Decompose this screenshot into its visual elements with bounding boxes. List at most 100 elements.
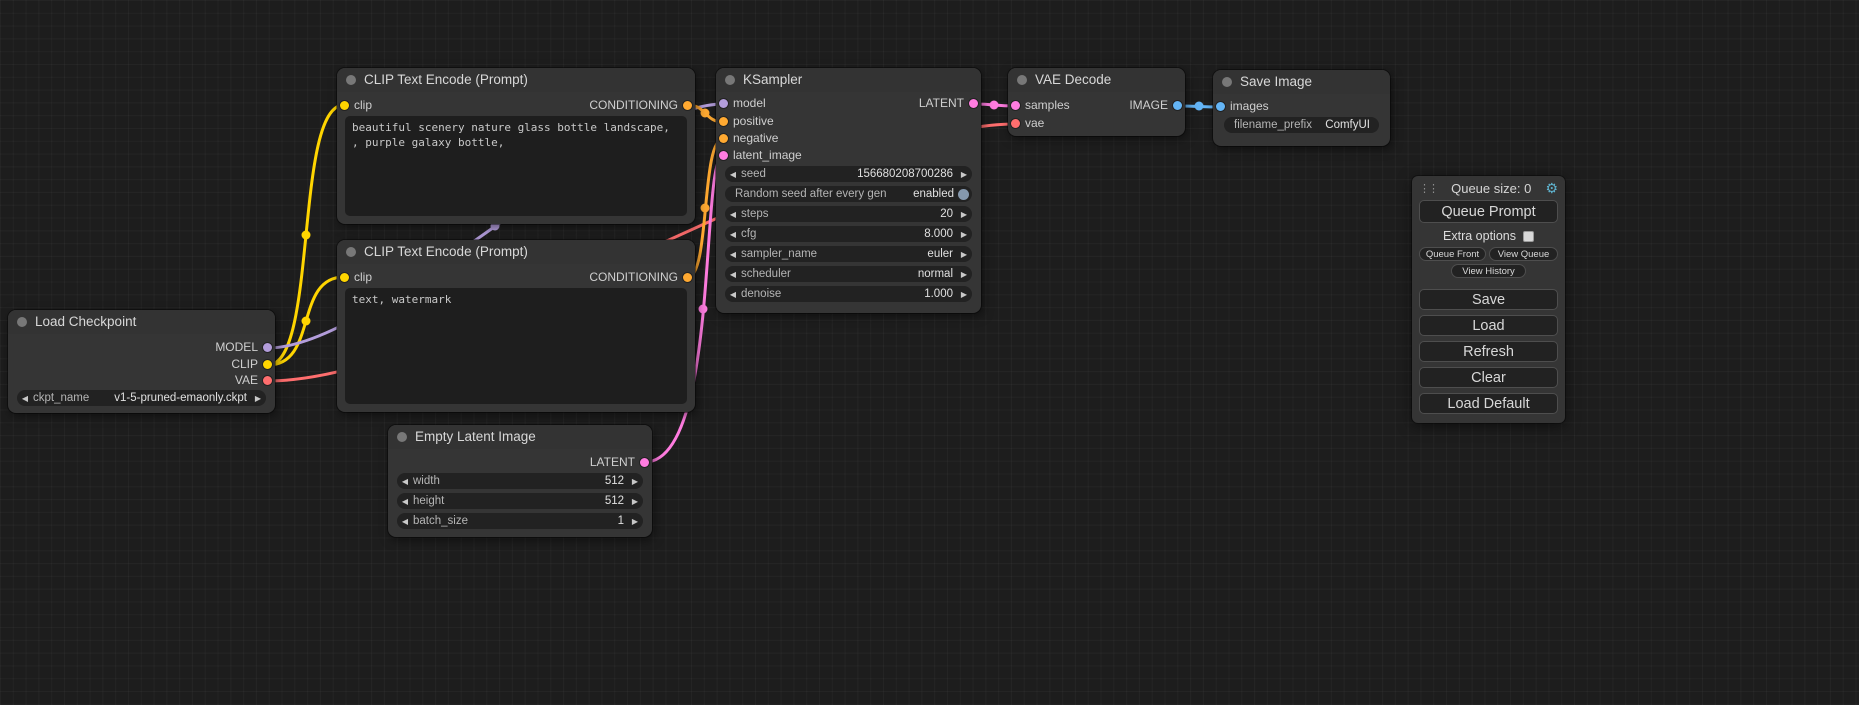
negative-prompt-textarea[interactable]: text, watermark	[345, 288, 687, 404]
input-port-positive[interactable]	[719, 117, 728, 126]
node-ksampler[interactable]: KSampler model positive negative latent_…	[716, 68, 981, 313]
queue-panel[interactable]: ⋮⋮ Queue size: 0 ⚙ Queue Prompt Extra op…	[1412, 176, 1565, 423]
node-header[interactable]: KSampler	[716, 68, 981, 92]
decrement-arrow-icon[interactable]: ◀	[725, 270, 741, 279]
decrement-arrow-icon[interactable]: ◀	[725, 290, 741, 299]
decrement-arrow-icon[interactable]: ◀	[397, 497, 413, 506]
node-clip-text-encode-negative[interactable]: CLIP Text Encode (Prompt) clip CONDITION…	[337, 240, 695, 412]
input-slot-vae[interactable]: vae	[1008, 116, 1044, 131]
output-slot-latent[interactable]: LATENT	[919, 96, 981, 111]
toggle-knob[interactable]	[958, 189, 969, 200]
collapse-dot-icon[interactable]	[1222, 77, 1232, 87]
decrement-arrow-icon[interactable]: ◀	[725, 210, 741, 219]
decrement-arrow-icon[interactable]: ◀	[725, 250, 741, 259]
node-save-image[interactable]: Save Image images filename_prefix ComfyU…	[1213, 70, 1390, 146]
input-slot-images[interactable]: images	[1213, 99, 1269, 114]
collapse-dot-icon[interactable]	[397, 432, 407, 442]
output-port-clip[interactable]	[263, 360, 272, 369]
decrement-arrow-icon[interactable]: ◀	[725, 170, 741, 179]
widget-scheduler[interactable]: ◀ scheduler normal ▶	[725, 266, 972, 282]
increment-arrow-icon[interactable]: ▶	[956, 210, 972, 219]
input-slot-model[interactable]: model	[716, 96, 766, 111]
input-slot-positive[interactable]: positive	[716, 114, 774, 129]
output-port-conditioning[interactable]	[683, 273, 692, 282]
input-slot-negative[interactable]: negative	[716, 131, 778, 146]
widget-filename-prefix[interactable]: filename_prefix ComfyUI	[1224, 117, 1379, 133]
output-slot-model[interactable]: MODEL	[215, 340, 275, 355]
positive-prompt-textarea[interactable]: beautiful scenery nature glass bottle la…	[345, 116, 687, 216]
load-default-button[interactable]: Load Default	[1419, 393, 1558, 414]
node-header[interactable]: CLIP Text Encode (Prompt)	[337, 68, 695, 92]
decrement-arrow-icon[interactable]: ◀	[17, 394, 33, 403]
collapse-dot-icon[interactable]	[346, 75, 356, 85]
node-header[interactable]: CLIP Text Encode (Prompt)	[337, 240, 695, 264]
node-graph-canvas[interactable]: Load Checkpoint MODEL CLIP VAE ◀ ckpt_na…	[0, 0, 1859, 705]
load-button[interactable]: Load	[1419, 315, 1558, 336]
widget-random-seed-toggle[interactable]: Random seed after every gen enabled	[725, 186, 972, 202]
input-port-images[interactable]	[1216, 102, 1225, 111]
view-queue-button[interactable]: View Queue	[1489, 247, 1558, 261]
output-port-latent[interactable]	[640, 458, 649, 467]
output-slot-conditioning[interactable]: CONDITIONING	[589, 98, 695, 113]
input-port-clip[interactable]	[340, 273, 349, 282]
collapse-dot-icon[interactable]	[725, 75, 735, 85]
input-slot-clip[interactable]: clip	[337, 270, 372, 285]
output-port-image[interactable]	[1173, 101, 1182, 110]
collapse-dot-icon[interactable]	[346, 247, 356, 257]
increment-arrow-icon[interactable]: ▶	[627, 477, 643, 486]
queue-prompt-button[interactable]: Queue Prompt	[1419, 200, 1558, 223]
collapse-dot-icon[interactable]	[17, 317, 27, 327]
node-header[interactable]: Save Image	[1213, 70, 1390, 94]
increment-arrow-icon[interactable]: ▶	[627, 497, 643, 506]
clear-button[interactable]: Clear	[1419, 367, 1558, 388]
widget-batch-size[interactable]: ◀ batch_size 1 ▶	[397, 513, 643, 529]
node-vae-decode[interactable]: VAE Decode samples vae IMAGE	[1008, 68, 1185, 136]
increment-arrow-icon[interactable]: ▶	[627, 517, 643, 526]
output-slot-conditioning[interactable]: CONDITIONING	[589, 270, 695, 285]
widget-height[interactable]: ◀ height 512 ▶	[397, 493, 643, 509]
input-port-negative[interactable]	[719, 134, 728, 143]
input-port-samples[interactable]	[1011, 101, 1020, 110]
output-slot-vae[interactable]: VAE	[235, 373, 275, 388]
widget-sampler-name[interactable]: ◀ sampler_name euler ▶	[725, 246, 972, 262]
node-header[interactable]: VAE Decode	[1008, 68, 1185, 92]
input-slot-samples[interactable]: samples	[1008, 98, 1070, 113]
view-history-button[interactable]: View History	[1451, 264, 1526, 278]
output-slot-latent[interactable]: LATENT	[590, 455, 652, 470]
increment-arrow-icon[interactable]: ▶	[956, 270, 972, 279]
increment-arrow-icon[interactable]: ▶	[956, 230, 972, 239]
input-slot-latent-image[interactable]: latent_image	[716, 148, 802, 163]
input-port-clip[interactable]	[340, 101, 349, 110]
node-header[interactable]: Load Checkpoint	[8, 310, 275, 334]
drag-handle-icon[interactable]: ⋮⋮	[1419, 182, 1437, 195]
widget-seed[interactable]: ◀ seed 156680208700286 ▶	[725, 166, 972, 182]
decrement-arrow-icon[interactable]: ◀	[397, 517, 413, 526]
output-port-model[interactable]	[263, 343, 272, 352]
output-port-latent[interactable]	[969, 99, 978, 108]
extra-options-checkbox[interactable]	[1523, 231, 1534, 242]
increment-arrow-icon[interactable]: ▶	[250, 394, 266, 403]
widget-cfg[interactable]: ◀ cfg 8.000 ▶	[725, 226, 972, 242]
widget-steps[interactable]: ◀ steps 20 ▶	[725, 206, 972, 222]
input-slot-clip[interactable]: clip	[337, 98, 372, 113]
increment-arrow-icon[interactable]: ▶	[956, 290, 972, 299]
increment-arrow-icon[interactable]: ▶	[956, 170, 972, 179]
node-header[interactable]: Empty Latent Image	[388, 425, 652, 449]
output-slot-image[interactable]: IMAGE	[1129, 98, 1185, 113]
output-port-conditioning[interactable]	[683, 101, 692, 110]
refresh-button[interactable]: Refresh	[1419, 341, 1558, 362]
increment-arrow-icon[interactable]: ▶	[956, 250, 972, 259]
collapse-dot-icon[interactable]	[1017, 75, 1027, 85]
decrement-arrow-icon[interactable]: ◀	[725, 230, 741, 239]
node-empty-latent-image[interactable]: Empty Latent Image LATENT ◀ width 512 ▶ …	[388, 425, 652, 537]
node-clip-text-encode-positive[interactable]: CLIP Text Encode (Prompt) clip CONDITION…	[337, 68, 695, 224]
queue-front-button[interactable]: Queue Front	[1419, 247, 1486, 261]
node-load-checkpoint[interactable]: Load Checkpoint MODEL CLIP VAE ◀ ckpt_na…	[8, 310, 275, 413]
input-port-vae[interactable]	[1011, 119, 1020, 128]
output-slot-clip[interactable]: CLIP	[231, 357, 275, 372]
output-port-vae[interactable]	[263, 376, 272, 385]
widget-denoise[interactable]: ◀ denoise 1.000 ▶	[725, 286, 972, 302]
input-port-model[interactable]	[719, 99, 728, 108]
widget-ckpt-name[interactable]: ◀ ckpt_name v1-5-pruned-emaonly.ckpt ▶	[17, 390, 266, 406]
decrement-arrow-icon[interactable]: ◀	[397, 477, 413, 486]
